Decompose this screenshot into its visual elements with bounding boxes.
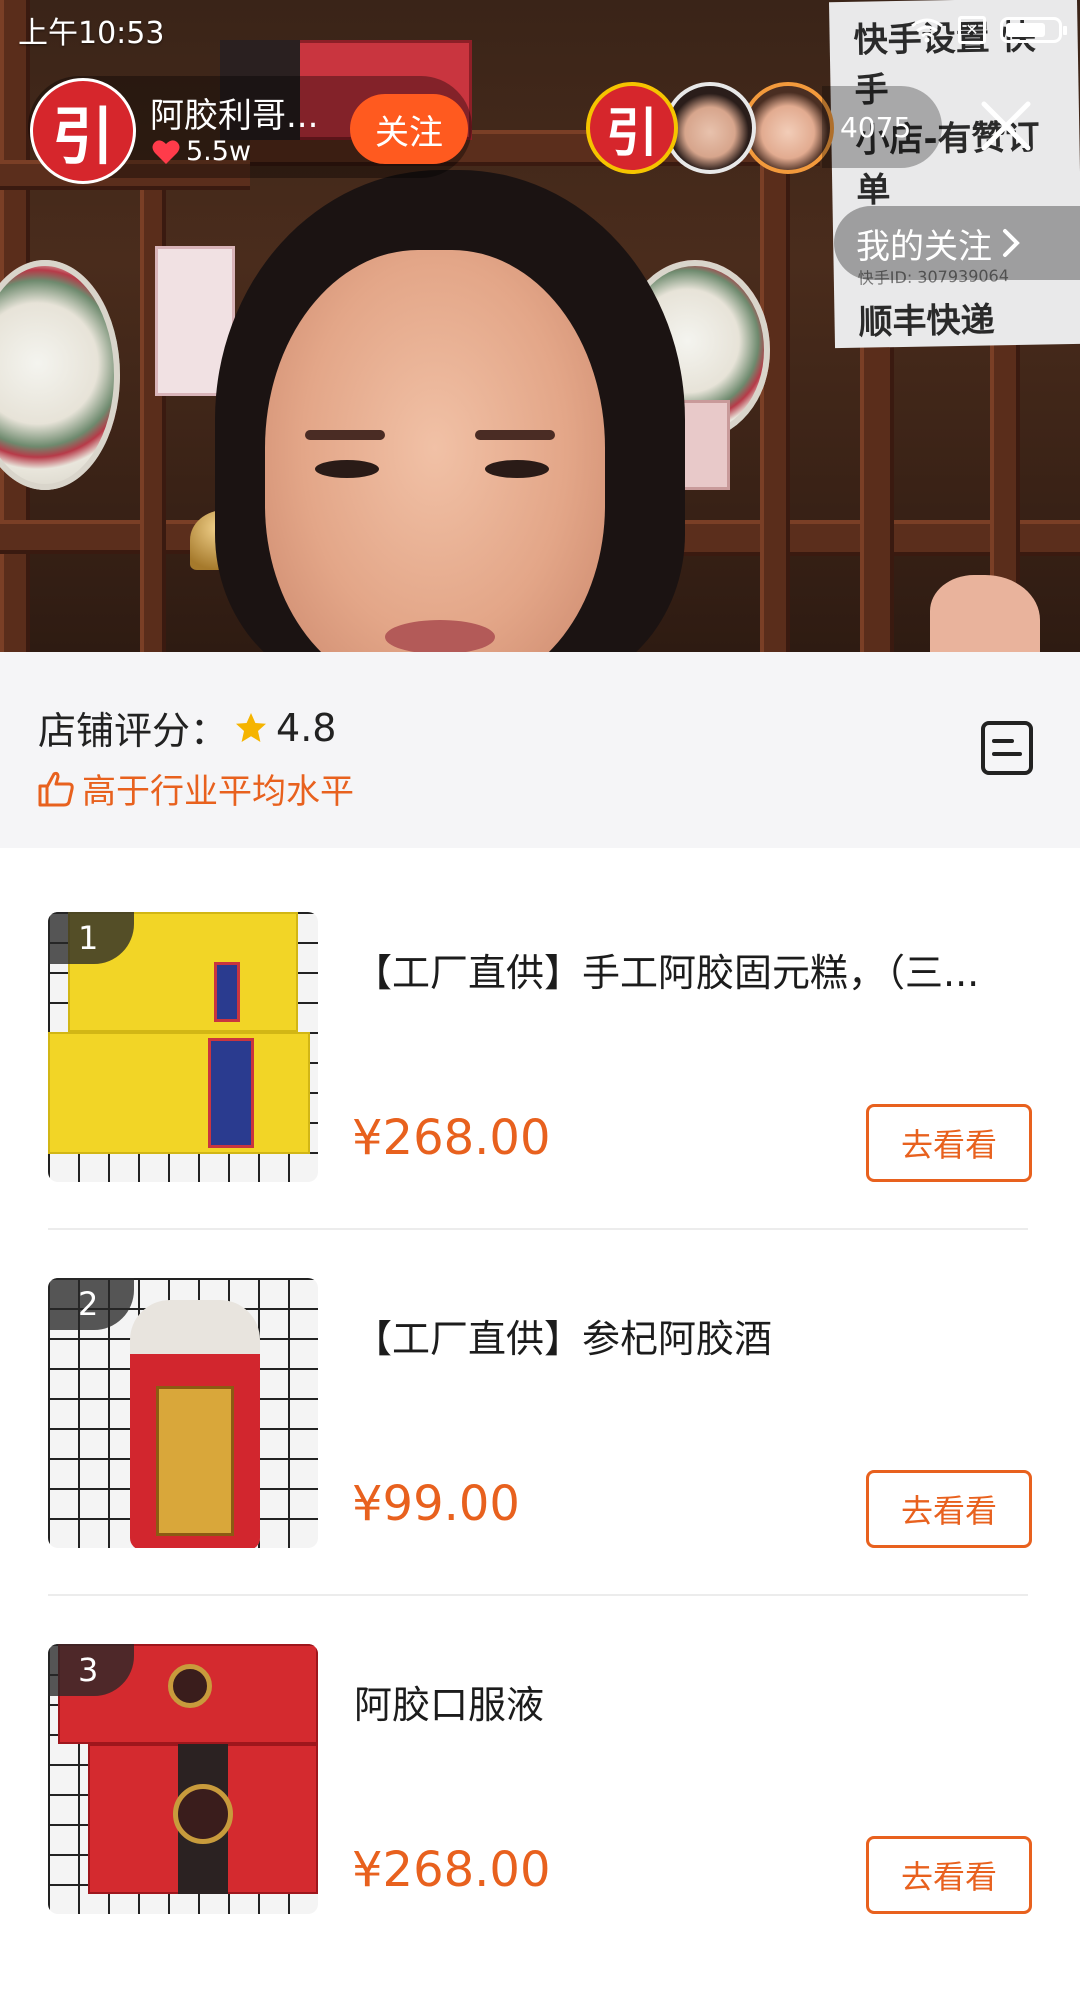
status-bar: 上午10:53 ✕ bbox=[0, 0, 1080, 60]
thumbs-up-icon bbox=[38, 771, 74, 806]
rating-value: 4.8 bbox=[276, 705, 337, 750]
view-product-button[interactable]: 去看看 bbox=[866, 1104, 1032, 1182]
product-item[interactable]: 3 阿胶口服液 ¥268.00 去看看 bbox=[0, 1644, 1080, 2010]
bottle-label bbox=[156, 1386, 234, 1536]
divider bbox=[48, 1228, 1028, 1230]
streamer bbox=[215, 170, 685, 652]
my-follow-button[interactable]: 我的关注 bbox=[834, 206, 1080, 280]
sign-line: 顺丰快递 bbox=[858, 300, 995, 343]
shelf-post bbox=[760, 160, 790, 652]
compare-text: 高于行业平均水平 bbox=[82, 772, 354, 812]
brow bbox=[305, 430, 385, 440]
product-price: ¥268.00 bbox=[352, 1842, 551, 1898]
brow bbox=[475, 430, 555, 440]
rating-label: 店铺评分： bbox=[38, 709, 229, 753]
close-icon[interactable] bbox=[978, 98, 1034, 154]
product-label bbox=[214, 962, 240, 1022]
viewer-count[interactable]: 4075 bbox=[822, 86, 942, 168]
wifi-icon bbox=[911, 18, 943, 43]
status-time: 上午10:53 bbox=[18, 16, 165, 51]
product-medallion bbox=[173, 1784, 233, 1844]
streamer-face bbox=[265, 250, 605, 652]
shop-header: 店铺评分： 4.8 高于行业平均水平 bbox=[0, 652, 1080, 848]
product-item[interactable]: 1 【工厂直供】手工阿胶固元糕，（三... ¥268.00 去看看 bbox=[0, 912, 1080, 1278]
view-product-button[interactable]: 去看看 bbox=[866, 1836, 1032, 1914]
wine-bottle bbox=[130, 1300, 260, 1548]
product-price: ¥268.00 bbox=[352, 1110, 551, 1166]
anchor-likes: 5.5w bbox=[152, 136, 251, 167]
battery-icon bbox=[1000, 17, 1067, 43]
shelf-post bbox=[860, 340, 894, 652]
star-icon bbox=[236, 712, 267, 742]
divider bbox=[48, 1594, 1028, 1596]
product-price: ¥99.00 bbox=[352, 1476, 520, 1532]
eye bbox=[485, 460, 549, 478]
status-icons: ✕ bbox=[910, 16, 1067, 44]
shop-compare: 高于行业平均水平 bbox=[36, 764, 354, 813]
decorative-plate bbox=[0, 260, 120, 490]
follow-button[interactable]: 关注 bbox=[350, 94, 468, 164]
eye bbox=[315, 460, 379, 478]
sim-icon: ✕ bbox=[958, 16, 986, 44]
chevron-right-icon bbox=[1003, 229, 1020, 257]
mouth bbox=[385, 620, 495, 652]
product-item[interactable]: 2 【工厂直供】参杞阿胶酒 ¥99.00 去看看 bbox=[0, 1278, 1080, 1644]
likes-count: 5.5w bbox=[186, 136, 252, 167]
my-follow-label: 我的关注 bbox=[856, 226, 992, 267]
product-title[interactable]: 【工厂直供】参杞阿胶酒 bbox=[354, 1308, 1024, 1363]
product-box bbox=[48, 1032, 310, 1154]
anchor-name[interactable]: 阿胶利哥... bbox=[150, 88, 340, 137]
product-title[interactable]: 【工厂直供】手工阿胶固元糕，（三... bbox=[354, 942, 1024, 997]
list-icon[interactable] bbox=[980, 720, 1034, 776]
product-medallion bbox=[168, 1664, 212, 1708]
product-title[interactable]: 阿胶口服液 bbox=[354, 1674, 1024, 1729]
shop-rating: 店铺评分： 4.8 bbox=[38, 700, 336, 755]
streamer-hand bbox=[930, 575, 1040, 652]
heart-icon bbox=[152, 139, 180, 164]
anchor-avatar[interactable]: 引 bbox=[30, 78, 136, 184]
product-label bbox=[208, 1038, 254, 1148]
viewer-avatar[interactable]: 引 bbox=[586, 82, 678, 174]
view-product-button[interactable]: 去看看 bbox=[866, 1470, 1032, 1548]
